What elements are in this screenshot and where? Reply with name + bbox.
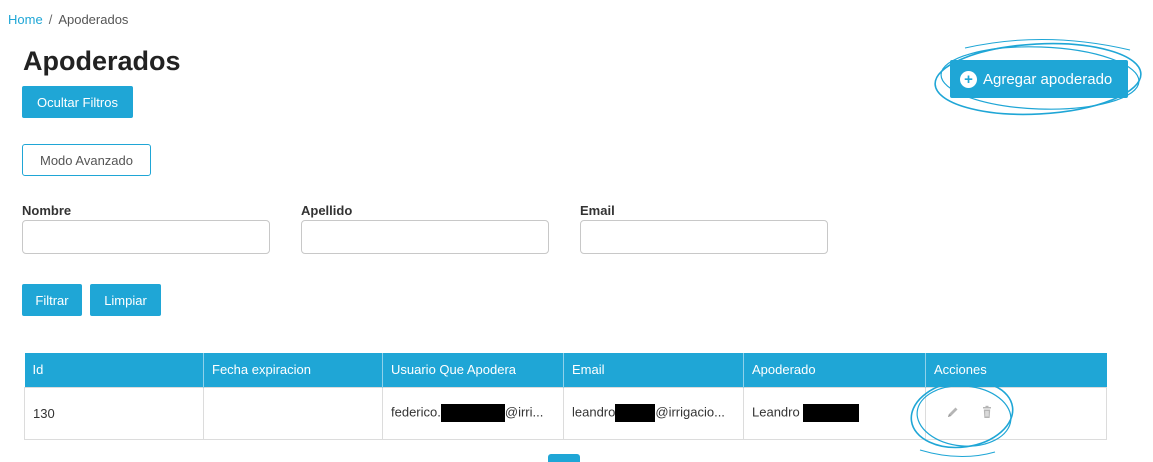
nombre-label: Nombre: [22, 203, 72, 218]
apoderados-table: Id Fecha expiracion Usuario Que Apodera …: [24, 353, 1107, 440]
trash-icon[interactable]: [980, 405, 994, 422]
column-header-id[interactable]: Id: [24, 353, 204, 387]
email-suffix: @irrigacio...: [655, 404, 725, 420]
add-apoderado-button[interactable]: + Agregar apoderado: [950, 60, 1128, 98]
cell-email: leandro @irrigacio...: [563, 386, 744, 440]
email-label: Email: [580, 203, 615, 218]
clear-button[interactable]: Limpiar: [90, 284, 161, 316]
breadcrumb-current: Apoderados: [58, 12, 129, 27]
breadcrumb-home-link[interactable]: Home: [8, 12, 43, 27]
column-header-usuario[interactable]: Usuario Que Apodera: [382, 353, 564, 387]
usuario-suffix: @irri...: [504, 404, 544, 420]
redaction-block: [440, 404, 505, 422]
cell-fecha: [203, 386, 383, 440]
redaction-block: [615, 404, 656, 422]
breadcrumb-separator: /: [48, 12, 53, 27]
email-input[interactable]: [580, 220, 828, 254]
apellido-label: Apellido: [301, 203, 353, 218]
page-title: Apoderados: [23, 46, 181, 76]
column-header-acciones: Acciones: [925, 353, 1107, 387]
nombre-input[interactable]: [22, 220, 270, 254]
cell-acciones: [925, 386, 1107, 440]
apellido-input[interactable]: [301, 220, 549, 254]
cell-id: 130: [24, 386, 204, 440]
table-row: 130 federico. @irri... leandro @irrigacio.…: [24, 386, 1107, 440]
filter-button[interactable]: Filtrar: [22, 284, 82, 316]
column-header-apoderado[interactable]: Apoderado: [743, 353, 926, 387]
pencil-icon[interactable]: [946, 405, 960, 422]
plus-circle-icon: +: [960, 70, 977, 88]
advanced-mode-button[interactable]: Modo Avanzado: [22, 144, 151, 176]
hide-filters-button[interactable]: Ocultar Filtros: [22, 86, 133, 118]
pagination-button[interactable]: [548, 454, 580, 462]
breadcrumb: Home / Apoderados: [8, 12, 128, 27]
column-header-email[interactable]: Email: [563, 353, 744, 387]
cell-usuario: federico. @irri...: [382, 386, 564, 440]
add-apoderado-label: Agregar apoderado: [983, 70, 1113, 88]
cell-apoderado: Leandro: [743, 386, 926, 440]
usuario-prefix: federico.: [391, 404, 441, 420]
redaction-block: [803, 404, 860, 422]
apoderado-name: Leandro: [752, 404, 800, 420]
column-header-fecha[interactable]: Fecha expiracion: [203, 353, 383, 387]
table-header-row: Id Fecha expiracion Usuario Que Apodera …: [24, 353, 1107, 387]
action-icons: [934, 405, 1098, 422]
email-prefix: leandro: [572, 404, 616, 420]
